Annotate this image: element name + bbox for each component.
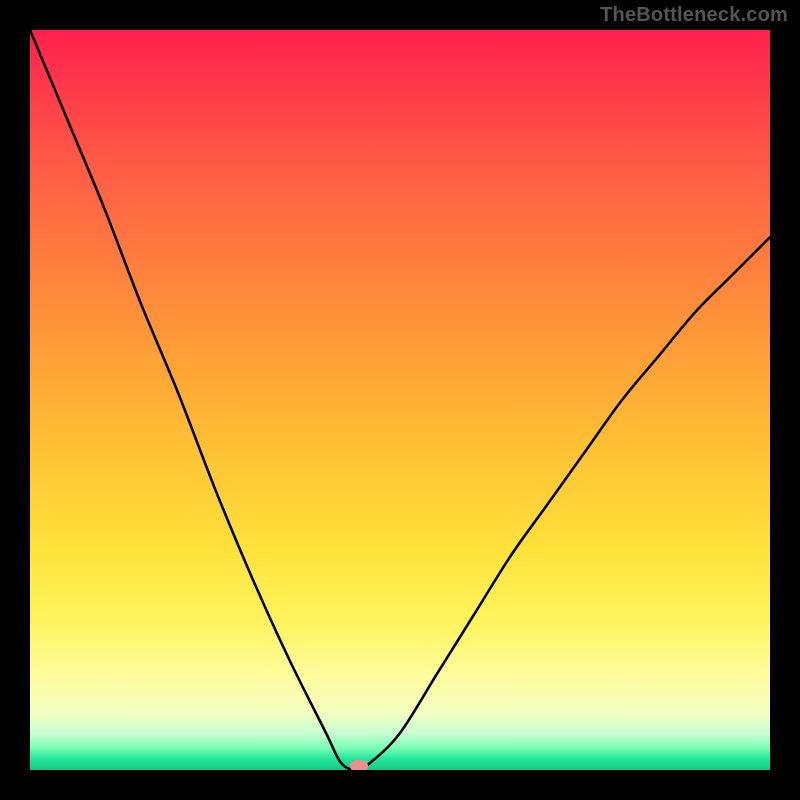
watermark-label: TheBottleneck.com bbox=[600, 4, 788, 27]
plot-area bbox=[30, 30, 770, 770]
chart-frame: TheBottleneck.com bbox=[0, 0, 800, 800]
bottleneck-curve bbox=[30, 30, 770, 770]
minimum-marker bbox=[350, 760, 368, 770]
